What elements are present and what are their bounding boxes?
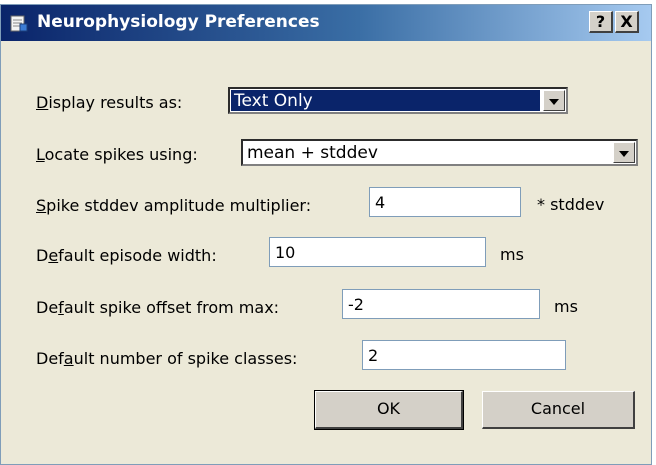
ok-button[interactable]: OK xyxy=(314,390,464,430)
title-bar[interactable]: Neurophysiology Preferences ? X xyxy=(1,5,651,41)
help-button[interactable]: ? xyxy=(589,11,613,33)
chevron-down-icon xyxy=(549,99,559,105)
spike-offset-label: Default spike offset from max: xyxy=(36,298,280,317)
locate-spikes-select[interactable]: mean + stddev xyxy=(241,139,638,166)
locate-spikes-label: Locate spikes using: xyxy=(36,145,198,164)
spike-offset-field[interactable] xyxy=(342,289,540,319)
episode-width-field[interactable] xyxy=(269,237,486,267)
close-button[interactable]: X xyxy=(615,11,639,33)
dropdown-arrow-button[interactable] xyxy=(543,90,565,111)
locate-spikes-value: mean + stddev xyxy=(247,143,378,163)
preferences-app-icon xyxy=(10,15,28,32)
display-results-select[interactable]: Text Only xyxy=(228,87,568,114)
display-results-label: Display results as: xyxy=(36,93,183,112)
window-title: Neurophysiology Preferences xyxy=(37,12,320,32)
display-results-value: Text Only xyxy=(234,91,313,111)
episode-width-label: Default episode width: xyxy=(36,246,217,265)
spike-classes-label: Default number of spike classes: xyxy=(36,349,298,368)
chevron-down-icon xyxy=(619,151,629,157)
multiplier-unit: * stddev xyxy=(537,195,605,214)
dropdown-arrow-button[interactable] xyxy=(613,142,635,163)
episode-width-input[interactable] xyxy=(270,238,485,266)
cancel-button[interactable]: Cancel xyxy=(482,391,635,429)
multiplier-field[interactable] xyxy=(369,187,521,217)
spike-classes-input[interactable] xyxy=(363,341,565,369)
spike-offset-input[interactable] xyxy=(343,290,539,318)
spike-offset-unit: ms xyxy=(554,297,578,316)
multiplier-input[interactable] xyxy=(370,188,520,216)
preferences-dialog: Neurophysiology Preferences ? X Display … xyxy=(0,4,652,465)
episode-width-unit: ms xyxy=(500,245,524,264)
spike-classes-field[interactable] xyxy=(362,340,566,370)
multiplier-label: Spike stddev amplitude multiplier: xyxy=(36,196,312,215)
